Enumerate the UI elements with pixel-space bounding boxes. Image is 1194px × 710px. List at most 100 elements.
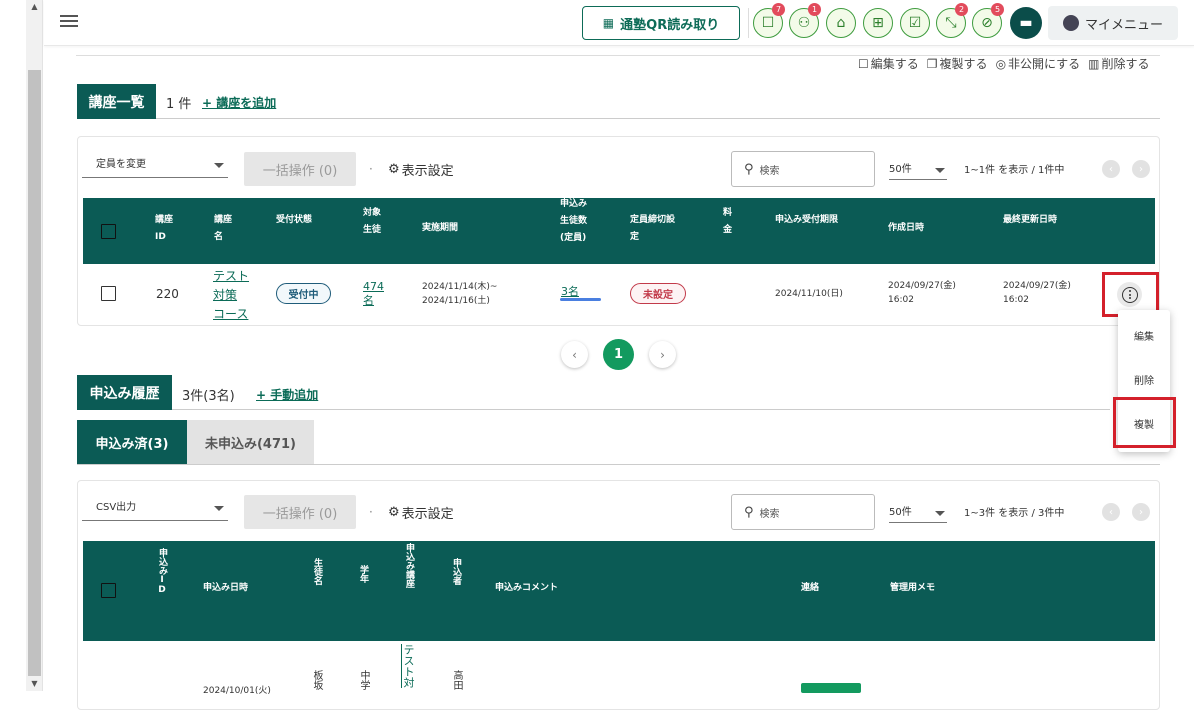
copy-icon: ❐ [926, 56, 938, 71]
more-vert-icon[interactable] [1117, 282, 1142, 307]
course-bulk-action-button[interactable]: 一括操作 (0) [244, 152, 356, 186]
applicants-underline [560, 298, 601, 301]
next-page-icon[interactable]: › [1132, 160, 1150, 178]
application-datetime: 2024/10/01(火) [203, 686, 271, 696]
application-bulk-action-button[interactable]: 一括操作 (0) [244, 495, 356, 529]
edit-action[interactable]: ☐ 編集する [858, 55, 919, 72]
next-page-icon[interactable]: › [1132, 503, 1150, 521]
chat-bubble-icon[interactable]: ☐ 7 [753, 3, 785, 38]
search-placeholder: 検索 [759, 165, 780, 177]
tab-underline [77, 464, 1160, 465]
application-per-page-select[interactable]: 50件 [889, 499, 947, 523]
th-period: 実施期間 [422, 223, 459, 233]
course-period: 2024/11/14(木)~ 2024/11/16(土) [422, 282, 498, 306]
course-per-page-select[interactable]: 50件 [889, 156, 947, 180]
th-target: 対象 生徒 [363, 208, 382, 235]
shrink-icon[interactable]: ⤡ 2 [936, 3, 968, 38]
gift-icon[interactable]: ⊞ [863, 8, 893, 38]
course-title-underline [156, 118, 1160, 119]
left-margin [0, 0, 26, 691]
th-status: 受付状態 [276, 215, 313, 225]
application-search-input[interactable]: ⚲ 検索 [731, 494, 875, 530]
th-contact: 連絡 [801, 583, 820, 593]
course-display-settings[interactable]: ⚙ 表示設定 [388, 160, 454, 179]
checklist-icon[interactable]: ☑ [900, 8, 930, 38]
course-count: 1 件 [166, 97, 192, 112]
my-menu-label: マイメニュー [1084, 17, 1163, 33]
updated-at: 2024/09/27(金) 16:02 [1003, 281, 1071, 305]
qr-scan-button[interactable]: ▦ 通塾QR読み取り [582, 6, 740, 40]
app-deadline: 2024/11/10(日) [775, 289, 843, 299]
delete-action-label: 削除する [1101, 57, 1150, 71]
student-name: 板坂 [311, 670, 322, 690]
th-comment: 申込みコメント [495, 583, 559, 593]
school-icon[interactable]: ⌂ [826, 8, 856, 38]
hide-action[interactable]: ◎ 非公開にする [996, 55, 1081, 72]
hamburger-menu-icon[interactable] [60, 12, 80, 32]
course-name-link[interactable]: テスト 対策 コース [213, 267, 249, 324]
manual-add-link[interactable]: + 手動追加 [256, 386, 318, 403]
course-row-checkbox[interactable] [101, 286, 116, 301]
deadline-unset-badge: 未設定 [630, 283, 686, 304]
th-application-id: 申込みID [157, 548, 167, 595]
search-placeholder: 検索 [759, 508, 780, 520]
application-display-settings[interactable]: ⚙ 表示設定 [388, 503, 454, 522]
students-icon[interactable]: ⚇ 1 [789, 3, 821, 38]
tab-applied[interactable]: 申込み済(3) [77, 420, 187, 464]
application-range-text: 1~3件 を表示 / 3件中 [964, 508, 1065, 519]
application-course-link[interactable]: テスト対 [401, 644, 415, 688]
message-icon[interactable]: ▬ [1010, 7, 1042, 39]
applicant-name: 高田 [451, 670, 462, 690]
scroll-up-arrow-icon[interactable]: ▲ [26, 0, 43, 14]
select-all-courses-checkbox[interactable] [101, 224, 116, 239]
pagination-next-icon[interactable]: › [649, 341, 676, 368]
school-glyph: ⌂ [836, 15, 846, 31]
pagination-current[interactable]: 1 [603, 339, 634, 370]
tab-not-applied[interactable]: 未申込み(471) [187, 420, 314, 464]
scrollbar-thumb[interactable] [28, 70, 41, 676]
th-fee: 料金 [723, 208, 733, 235]
copy-action-label: 複製する [939, 57, 988, 71]
ctx-delete[interactable]: 削除 [1118, 372, 1170, 387]
chat-badge: 7 [772, 3, 785, 16]
prev-page-icon[interactable]: ‹ [1102, 160, 1120, 178]
edit-icon: ☐ [858, 56, 869, 71]
th-course-id: 講座 ID [155, 215, 174, 242]
th-course: 申込み講座 [404, 543, 414, 588]
search-icon: ⚲ [744, 504, 754, 520]
shrink-badge: 2 [955, 3, 968, 16]
shrink-glyph: ⤡ [945, 15, 957, 31]
edit-action-label: 編集する [870, 57, 919, 71]
application-count: 3件(3名) [182, 389, 235, 404]
scroll-down-arrow-icon[interactable]: ▼ [26, 677, 43, 691]
application-title-underline [172, 409, 1110, 410]
trash-icon: ▥ [1088, 56, 1100, 71]
chat-bubble-glyph: ☐ [761, 15, 775, 31]
delete-action[interactable]: ▥ 削除する [1088, 55, 1149, 72]
applicants-link[interactable]: 3名 [561, 285, 579, 299]
no-location-icon[interactable]: ⊘ 5 [972, 3, 1004, 38]
no-location-glyph: ⊘ [981, 15, 993, 31]
copy-action[interactable]: ❐ 複製する [927, 55, 988, 72]
contact-button[interactable] [801, 683, 861, 693]
application-history-title: 申込み履歴 [77, 375, 172, 410]
capacity-select[interactable]: 定員を変更 [82, 152, 228, 178]
pagination-prev-icon[interactable]: ‹ [561, 341, 588, 368]
chevron-down-icon [935, 511, 945, 516]
my-menu-button[interactable]: マイメニュー [1048, 6, 1178, 40]
toolbar-dot: · [369, 505, 373, 519]
prev-page-icon[interactable]: ‹ [1102, 503, 1120, 521]
th-applicant: 申込者 [451, 558, 461, 585]
course-range-text: 1~1件 を表示 / 1件中 [964, 165, 1065, 176]
gear-icon: ⚙ [388, 505, 400, 520]
add-course-link[interactable]: + 講座を追加 [202, 94, 276, 111]
th-created: 作成日時 [888, 223, 925, 233]
chevron-down-icon [935, 168, 945, 173]
course-id: 220 [156, 287, 179, 301]
ctx-edit[interactable]: 編集 [1118, 328, 1170, 343]
course-search-input[interactable]: ⚲ 検索 [731, 151, 875, 187]
csv-export-select[interactable]: CSV出力 [82, 495, 228, 521]
select-all-applications-checkbox[interactable] [101, 583, 116, 598]
target-students-link[interactable]: 474 名 [363, 280, 384, 308]
course-list-title: 講座一覧 [77, 84, 156, 119]
